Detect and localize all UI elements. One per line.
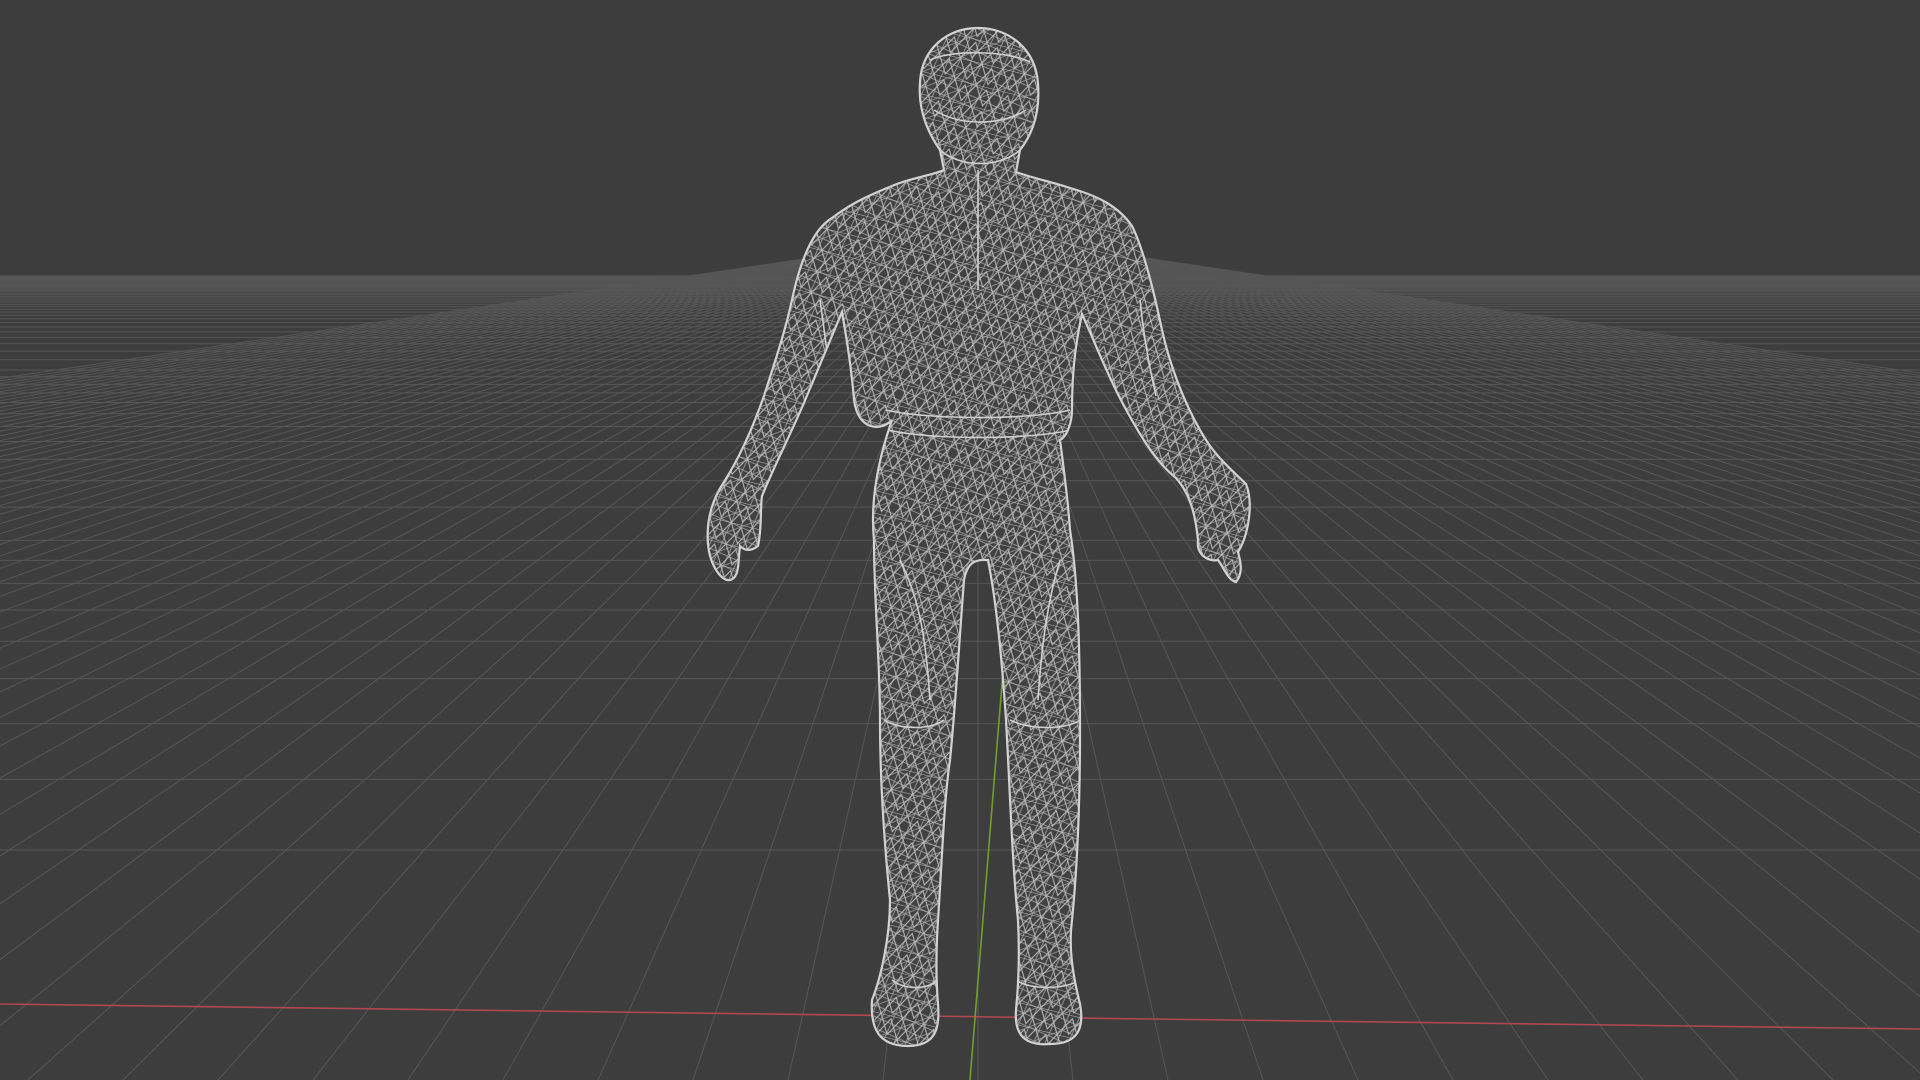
grid-line xyxy=(1076,249,1920,396)
grid-line xyxy=(1063,249,1920,421)
grid-line xyxy=(990,249,1644,1080)
grid-line xyxy=(0,249,885,412)
grid-line xyxy=(0,249,884,408)
grid-line xyxy=(1069,249,1920,409)
grid-line xyxy=(1061,249,1920,425)
x-axis-line xyxy=(0,1003,1920,1030)
grid-line xyxy=(1055,249,1920,439)
grid-line xyxy=(1059,249,1920,429)
grid-line xyxy=(0,249,868,384)
viewport-scene[interactable] xyxy=(0,0,1920,1080)
3d-viewport[interactable] xyxy=(0,0,1920,1080)
grid-line xyxy=(1071,249,1920,405)
grid-line xyxy=(0,249,887,416)
grid-line xyxy=(1065,249,1920,417)
grid-line xyxy=(1067,249,1920,413)
grid-line xyxy=(1074,249,1920,399)
grid-line xyxy=(1090,249,1920,376)
grid-line xyxy=(1057,249,1920,434)
grid-line xyxy=(1078,249,1920,393)
grid-line xyxy=(0,249,893,428)
grid-line xyxy=(1088,249,1920,379)
